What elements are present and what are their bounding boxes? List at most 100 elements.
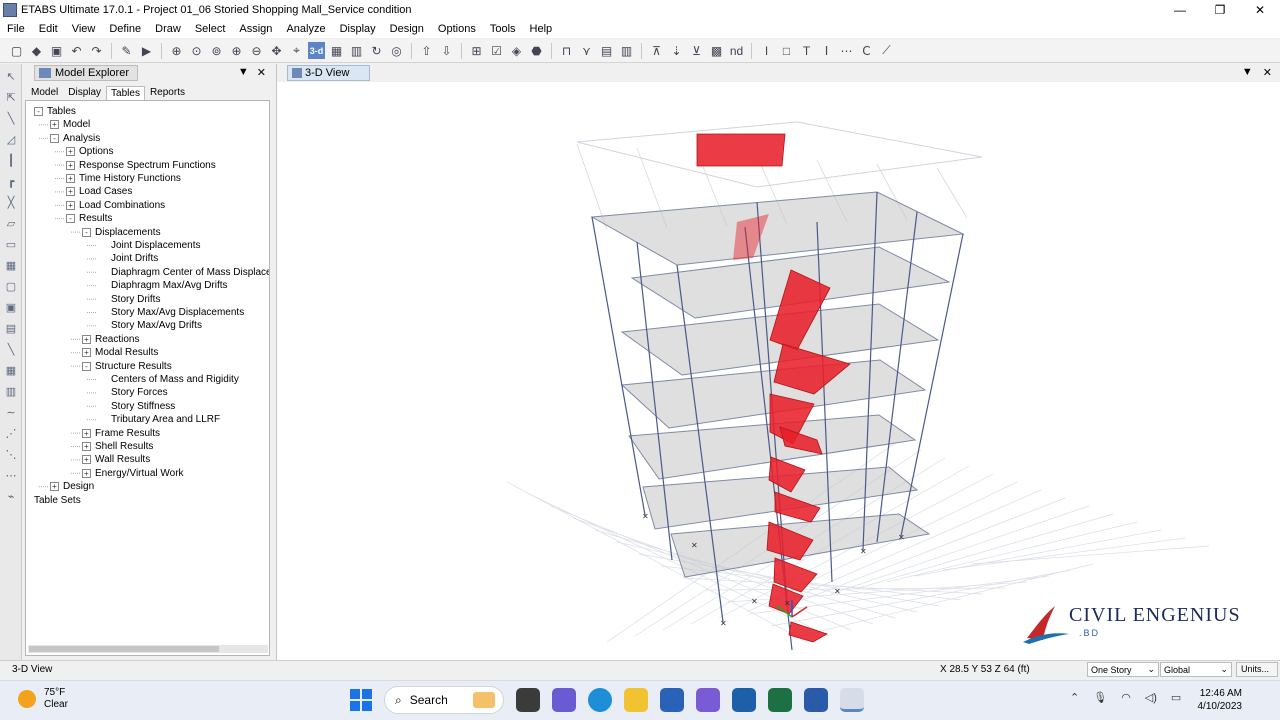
draw-floor-icon[interactable]: ▱ (2, 214, 20, 232)
menu-options[interactable]: Options (431, 23, 483, 35)
tree-node[interactable]: - Analysis (50, 132, 100, 145)
clear-selection-icon[interactable]: ⋯ (2, 466, 20, 484)
battery-icon[interactable]: ▭ (1171, 691, 1181, 704)
tree-node[interactable]: + Time History Functions (66, 172, 181, 185)
section-i-icon[interactable]: I (758, 42, 775, 59)
collapse-icon[interactable]: - (50, 133, 59, 143)
story-option-select[interactable]: One Story ⌄ (1087, 662, 1159, 677)
etabs-taskbar-icon[interactable] (840, 688, 864, 712)
expand-icon[interactable]: + (82, 428, 91, 438)
draw-opening-icon[interactable]: ▦ (2, 256, 20, 274)
chevron-up-icon[interactable]: ⌃ (1070, 691, 1079, 704)
word-icon[interactable] (804, 688, 828, 712)
units-button[interactable]: Units... (1236, 662, 1278, 677)
tree-node[interactable]: + Modal Results (82, 346, 158, 359)
nd-button[interactable]: nd (728, 42, 745, 59)
restraint-icon[interactable]: ⊼ (648, 42, 665, 59)
section-i2-icon[interactable]: Ⅰ (818, 42, 835, 59)
excel-icon[interactable] (768, 688, 792, 712)
reshape-icon[interactable]: ⇱ (2, 88, 20, 106)
menu-view[interactable]: View (65, 23, 103, 35)
expand-icon[interactable]: + (82, 468, 91, 478)
expand-icon[interactable]: + (50, 120, 59, 130)
draw-line-icon[interactable]: ╲ (2, 109, 20, 127)
tab-model[interactable]: Model (26, 85, 63, 100)
expand-icon[interactable]: + (82, 334, 91, 344)
menu-design[interactable]: Design (383, 23, 431, 35)
tree-node[interactable]: + Model (50, 118, 90, 131)
menu-assign[interactable]: Assign (232, 23, 279, 35)
draw-column-icon[interactable]: ┃ (2, 151, 20, 169)
model-explorer-tab[interactable]: Model Explorer (34, 65, 138, 81)
close-button[interactable]: ✕ (1240, 0, 1280, 20)
draw-dim-icon[interactable]: ▤ (2, 319, 20, 337)
tree-node[interactable]: Centers of Mass and Rigidity (98, 373, 239, 386)
tree-node[interactable]: Joint Displacements (98, 239, 200, 252)
tree-node[interactable]: + Load Cases (66, 185, 132, 198)
rotate-icon[interactable]: ↻ (368, 42, 385, 59)
elevation-view-icon[interactable]: ▥ (348, 42, 365, 59)
tree-horizontal-scrollbar[interactable] (28, 645, 268, 653)
wifi-icon[interactable]: ◠ (1121, 691, 1131, 704)
collapse-icon[interactable]: - (82, 361, 91, 371)
frame-load-icon[interactable]: ⊻ (688, 42, 705, 59)
expand-icon[interactable]: + (50, 482, 59, 492)
menu-display[interactable]: Display (333, 23, 383, 35)
expand-icon[interactable]: + (82, 348, 91, 358)
collapse-icon[interactable]: - (66, 214, 75, 224)
draw-rect-icon[interactable]: ▣ (2, 298, 20, 316)
object-shrink-icon[interactable]: ⊞ (468, 42, 485, 59)
expand-icon[interactable]: + (66, 160, 75, 170)
zoom-restore-icon[interactable]: ⊙ (188, 42, 205, 59)
draw-curve-icon[interactable]: ∼ (2, 403, 20, 421)
tree-node[interactable]: Diaphragm Max/Avg Drifts (98, 279, 228, 292)
minimize-button[interactable]: — (1160, 0, 1200, 20)
draw-wall-icon[interactable]: ▤ (598, 42, 615, 59)
open-icon[interactable]: ◆ (28, 42, 45, 59)
menu-analyze[interactable]: Analyze (279, 23, 332, 35)
draw-brace-icon[interactable]: ⋎ (578, 42, 595, 59)
pen-icon[interactable]: ✎ (118, 42, 135, 59)
section-t-icon[interactable]: T (798, 42, 815, 59)
view-3d-button[interactable]: 3-d (308, 42, 325, 59)
expand-icon[interactable]: + (66, 200, 75, 210)
joint-load-icon[interactable]: ⇣ (668, 42, 685, 59)
zoom-window-icon[interactable]: ⊕ (168, 42, 185, 59)
tree-node[interactable]: Story Max/Avg Drifts (98, 319, 202, 332)
tree-node[interactable]: Joint Drifts (98, 252, 158, 265)
tree-node[interactable]: - Tables (34, 105, 76, 118)
taskbar-clock[interactable]: 12:46 AM 4/10/2023 (1190, 687, 1243, 713)
panel-close-icon[interactable]: ✕ (257, 66, 266, 79)
tree-node[interactable]: Story Forces (98, 386, 168, 399)
tab-3d-view[interactable]: 3-D View (287, 65, 371, 81)
show-deformed-icon[interactable]: ⬣ (528, 42, 545, 59)
draw-brace-tool-icon[interactable]: ╳ (2, 193, 20, 211)
view-dropdown-icon[interactable]: ▼ (1242, 66, 1253, 79)
perspective-icon[interactable]: ◎ (388, 42, 405, 59)
move-down-icon[interactable]: ⇩ (438, 42, 455, 59)
redo-icon[interactable]: ↷ (88, 42, 105, 59)
draw-beam-icon[interactable]: ┏ (2, 172, 20, 190)
tab-reports[interactable]: Reports (145, 85, 190, 100)
panel-dropdown-icon[interactable]: ▼ (238, 66, 249, 79)
tree-node[interactable]: - Results (66, 212, 112, 225)
draw-section-cut-icon[interactable]: ▥ (2, 382, 20, 400)
set-display-options-icon[interactable]: ☑ (488, 42, 505, 59)
copilot-icon[interactable] (696, 688, 720, 712)
expand-icon[interactable]: + (66, 187, 75, 197)
section-c-icon[interactable]: Ⅽ (858, 42, 875, 59)
volume-icon[interactable]: ◁) (1145, 691, 1157, 704)
tree-node[interactable]: + Energy/Virtual Work (82, 467, 184, 480)
zoom-in-icon[interactable]: ⊕ (228, 42, 245, 59)
menu-select[interactable]: Select (188, 23, 233, 35)
draw-area-icon[interactable]: ◿ (2, 130, 20, 148)
shell-load-icon[interactable]: ▩ (708, 42, 725, 59)
weather-widget[interactable]: 75°F Clear (18, 687, 68, 711)
collapse-icon[interactable]: - (82, 227, 91, 237)
zoom-fit-icon[interactable]: ⊚ (208, 42, 225, 59)
tab-tables[interactable]: Tables (106, 86, 145, 100)
select-previous-icon[interactable]: ⋱ (2, 445, 20, 463)
plan-view-icon[interactable]: ▦ (328, 42, 345, 59)
menu-draw[interactable]: Draw (148, 23, 188, 35)
draw-slab-icon[interactable]: ▢ (2, 277, 20, 295)
